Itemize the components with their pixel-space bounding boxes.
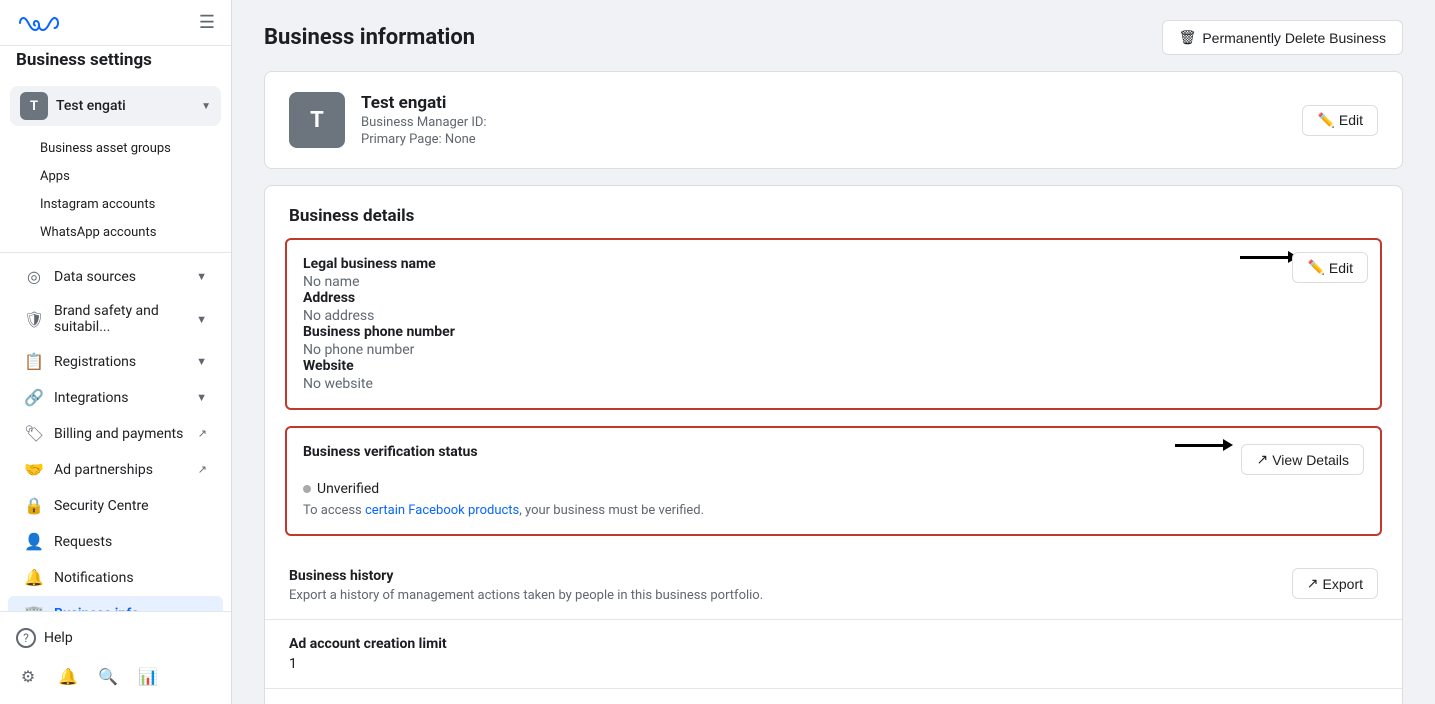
export-button[interactable]: ↗ Export xyxy=(1292,568,1378,599)
search-icon-btn[interactable]: 🔍 xyxy=(92,660,124,692)
sidebar-item-whatsapp-accounts[interactable]: WhatsApp accounts xyxy=(8,219,223,246)
building-icon: 🏢 xyxy=(24,604,44,611)
chevron-right-icon-4: ▼ xyxy=(196,391,207,404)
business-avatar: T xyxy=(289,92,345,148)
sidebar-item-billing-payments[interactable]: 🏷 Billing and payments ↗ xyxy=(8,416,223,451)
sidebar-header: ☰ xyxy=(0,0,231,46)
sidebar-item-brand-safety[interactable]: 🛡 Brand safety and suitabil... ▼ xyxy=(8,295,223,343)
integrations-icon: 🔗 xyxy=(24,388,44,407)
sidebar-item-business-info[interactable]: 🏢 Business info xyxy=(8,596,223,611)
details-edit-button[interactable]: ✏️ Edit xyxy=(1292,252,1368,283)
pencil-icon-2: ✏️ xyxy=(1307,259,1324,276)
chevron-down-icon: ▼ xyxy=(201,101,211,112)
sidebar-item-integrations[interactable]: 🔗 Integrations ▼ xyxy=(8,380,223,415)
sidebar-item-apps[interactable]: Apps xyxy=(8,163,223,190)
business-history-row: Business history Export a history of man… xyxy=(265,552,1402,619)
billing-icon: 🏷 xyxy=(24,424,44,443)
account-switcher[interactable]: T Test engati ▼ xyxy=(10,86,221,126)
columns-icon-btn[interactable]: 📊 xyxy=(132,660,164,692)
security-icon: 🔒 xyxy=(24,496,44,515)
primary-location-row: Primary business location ℹ No primary b… xyxy=(265,688,1402,704)
sidebar-item-business-asset-groups[interactable]: Business asset groups xyxy=(8,135,223,162)
business-identity-card: T Test engati Business Manager ID: Prima… xyxy=(264,71,1403,169)
sidebar-item-data-sources[interactable]: ◎ Data sources ▼ xyxy=(8,259,223,294)
view-details-button[interactable]: ↗ View Details xyxy=(1241,444,1364,475)
registrations-icon: 📋 xyxy=(24,352,44,371)
business-identity-edit-button[interactable]: ✏️ Edit xyxy=(1302,105,1378,136)
question-icon: ? xyxy=(16,628,36,648)
status-dot xyxy=(303,485,311,493)
business-details-section: Business details ✏️ Edit Legal business … xyxy=(264,185,1403,704)
sidebar-item-ad-partnerships[interactable]: 🤝 Ad partnerships ↗ xyxy=(8,452,223,487)
main-content: Business information 🗑 Permanently Delet… xyxy=(232,0,1435,704)
help-label: Help xyxy=(44,630,73,646)
footer-icons-bar: ⚙ 🔔 🔍 📊 xyxy=(0,656,231,696)
page-title: Business information xyxy=(264,25,475,50)
field-legal-name: Legal business name No name xyxy=(303,256,1364,290)
history-info: Business history Export a history of man… xyxy=(289,568,763,603)
requests-icon: 👤 xyxy=(24,532,44,551)
verification-arrow-indicator xyxy=(1175,444,1225,447)
external-link-icon: ↗ xyxy=(198,427,207,440)
facebook-products-link[interactable]: certain Facebook products xyxy=(365,503,519,518)
account-name: Test engati xyxy=(56,98,193,114)
business-manager-id: Business Manager ID: xyxy=(361,115,1286,130)
data-sources-icon: ◎ xyxy=(24,267,44,286)
sidebar-footer: ? Help ⚙ 🔔 🔍 📊 xyxy=(0,611,231,704)
external-icon-3: ↗ xyxy=(1256,451,1268,468)
sidebar: ☰ Business settings T Test engati ▼ Busi… xyxy=(0,0,232,704)
verification-box: Business verification status ↗ View Deta… xyxy=(285,426,1382,536)
ad-partnerships-icon: 🤝 xyxy=(24,460,44,479)
sidebar-title: Business settings xyxy=(0,46,231,78)
sidebar-item-registrations[interactable]: 📋 Registrations ▼ xyxy=(8,344,223,379)
sidebar-item-security-centre[interactable]: 🔒 Security Centre xyxy=(8,488,223,523)
permanently-delete-button[interactable]: 🗑 Permanently Delete Business xyxy=(1162,20,1403,55)
sidebar-item-instagram-accounts[interactable]: Instagram accounts xyxy=(8,191,223,218)
sidebar-nav: Business asset groups Apps Instagram acc… xyxy=(0,134,231,611)
business-name: Test engati xyxy=(361,93,1286,113)
business-details-title: Business details xyxy=(265,186,1402,238)
settings-icon-btn[interactable]: ⚙ xyxy=(12,660,44,692)
sidebar-item-requests[interactable]: 👤 Requests xyxy=(8,524,223,559)
export-icon: ↗ xyxy=(1307,575,1319,592)
trash-icon: 🗑 xyxy=(1179,29,1197,46)
notifications-icon-btn[interactable]: 🔔 xyxy=(52,660,84,692)
pencil-icon: ✏️ xyxy=(1317,112,1334,129)
external-link-icon-2: ↗ xyxy=(198,463,207,476)
shield-icon: 🛡 xyxy=(24,310,44,329)
field-address: Address No address xyxy=(303,290,1364,324)
verification-status-row: Unverified xyxy=(303,481,1364,497)
page-header: Business information 🗑 Permanently Delet… xyxy=(232,0,1435,71)
avatar: T xyxy=(20,92,48,120)
chevron-right-icon: ▼ xyxy=(196,270,207,283)
ad-account-limit-row: Ad account creation limit 1 xyxy=(265,619,1402,688)
verification-note: To access certain Facebook products, you… xyxy=(303,503,1364,518)
field-website: Website No website xyxy=(303,358,1364,392)
sidebar-item-notifications[interactable]: 🔔 Notifications xyxy=(8,560,223,595)
help-item[interactable]: ? Help xyxy=(0,620,231,656)
nav-divider xyxy=(0,252,231,253)
main-body: T Test engati Business Manager ID: Prima… xyxy=(232,71,1435,704)
verification-header: Business verification status ↗ View Deta… xyxy=(303,444,1364,475)
meta-logo xyxy=(16,13,64,33)
arrow-indicator xyxy=(1240,256,1290,259)
chevron-right-icon-2: ▼ xyxy=(196,313,207,326)
hamburger-icon[interactable]: ☰ xyxy=(199,12,215,33)
legal-details-box: ✏️ Edit Legal business name No name Addr… xyxy=(285,238,1382,410)
status-badge: Unverified xyxy=(317,481,379,497)
business-primary-page: Primary Page: None xyxy=(361,132,1286,147)
business-info-text: Test engati Business Manager ID: Primary… xyxy=(361,93,1286,147)
bell-icon: 🔔 xyxy=(24,568,44,587)
field-phone: Business phone number No phone number xyxy=(303,324,1364,358)
chevron-right-icon-3: ▼ xyxy=(196,355,207,368)
